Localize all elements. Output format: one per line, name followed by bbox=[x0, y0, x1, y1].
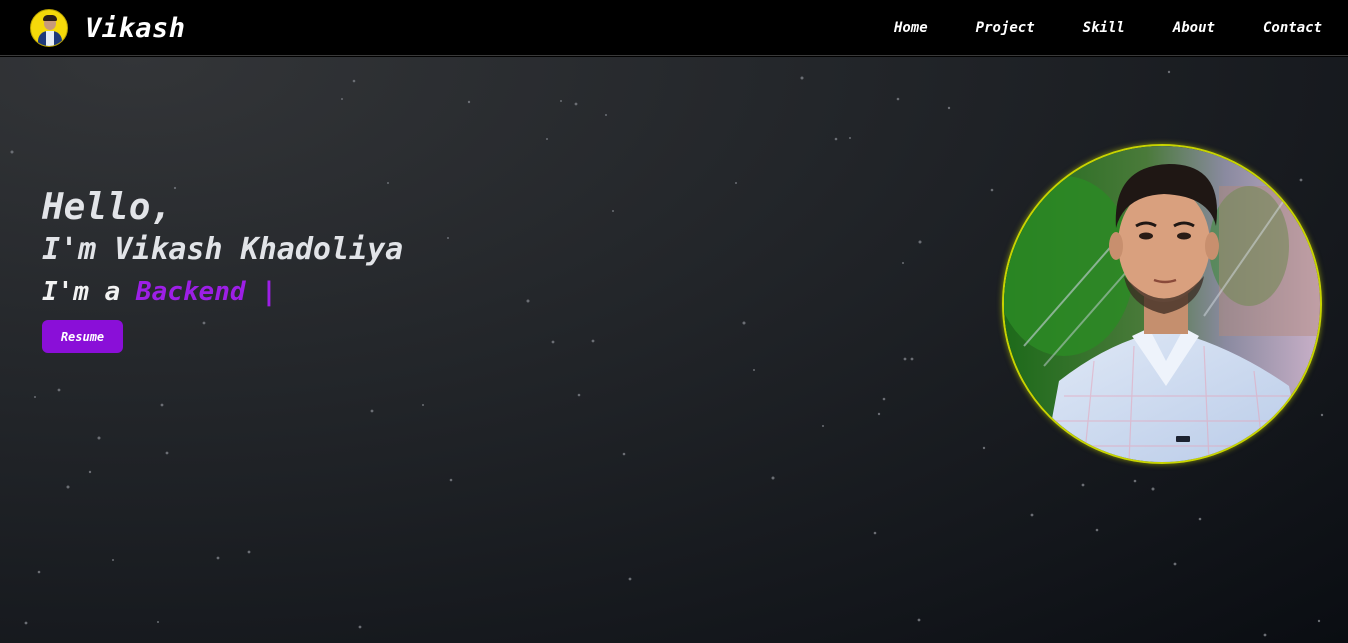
intro-heading: I'm Vikash Khadoliya bbox=[42, 232, 404, 267]
profile-photo-icon bbox=[1004, 146, 1320, 462]
main-nav: Home Project Skill About Contact bbox=[894, 19, 1322, 37]
profile-photo bbox=[1002, 144, 1322, 464]
role-prefix: I'm a bbox=[42, 277, 136, 307]
nav-skill[interactable]: Skill bbox=[1083, 19, 1125, 37]
role-typing-text: Backend bbox=[135, 277, 246, 307]
typing-cursor: | bbox=[245, 277, 277, 307]
nav-home[interactable]: Home bbox=[894, 19, 928, 37]
hero-section: Hello, I'm Vikash Khadoliya I'm a Backen… bbox=[0, 57, 1348, 643]
brand-name: Vikash bbox=[85, 12, 186, 44]
nav-about[interactable]: About bbox=[1173, 19, 1215, 37]
greeting-heading: Hello, bbox=[42, 187, 173, 228]
brand[interactable]: Vikash bbox=[30, 8, 186, 48]
avatar-icon bbox=[30, 9, 68, 47]
role-line: I'm a Backend | bbox=[42, 274, 277, 310]
resume-button[interactable]: Resume bbox=[42, 320, 123, 353]
nav-project[interactable]: Project bbox=[976, 19, 1035, 37]
nav-contact[interactable]: Contact bbox=[1263, 19, 1322, 37]
navbar: Vikash Home Project Skill About Contact bbox=[0, 0, 1348, 56]
